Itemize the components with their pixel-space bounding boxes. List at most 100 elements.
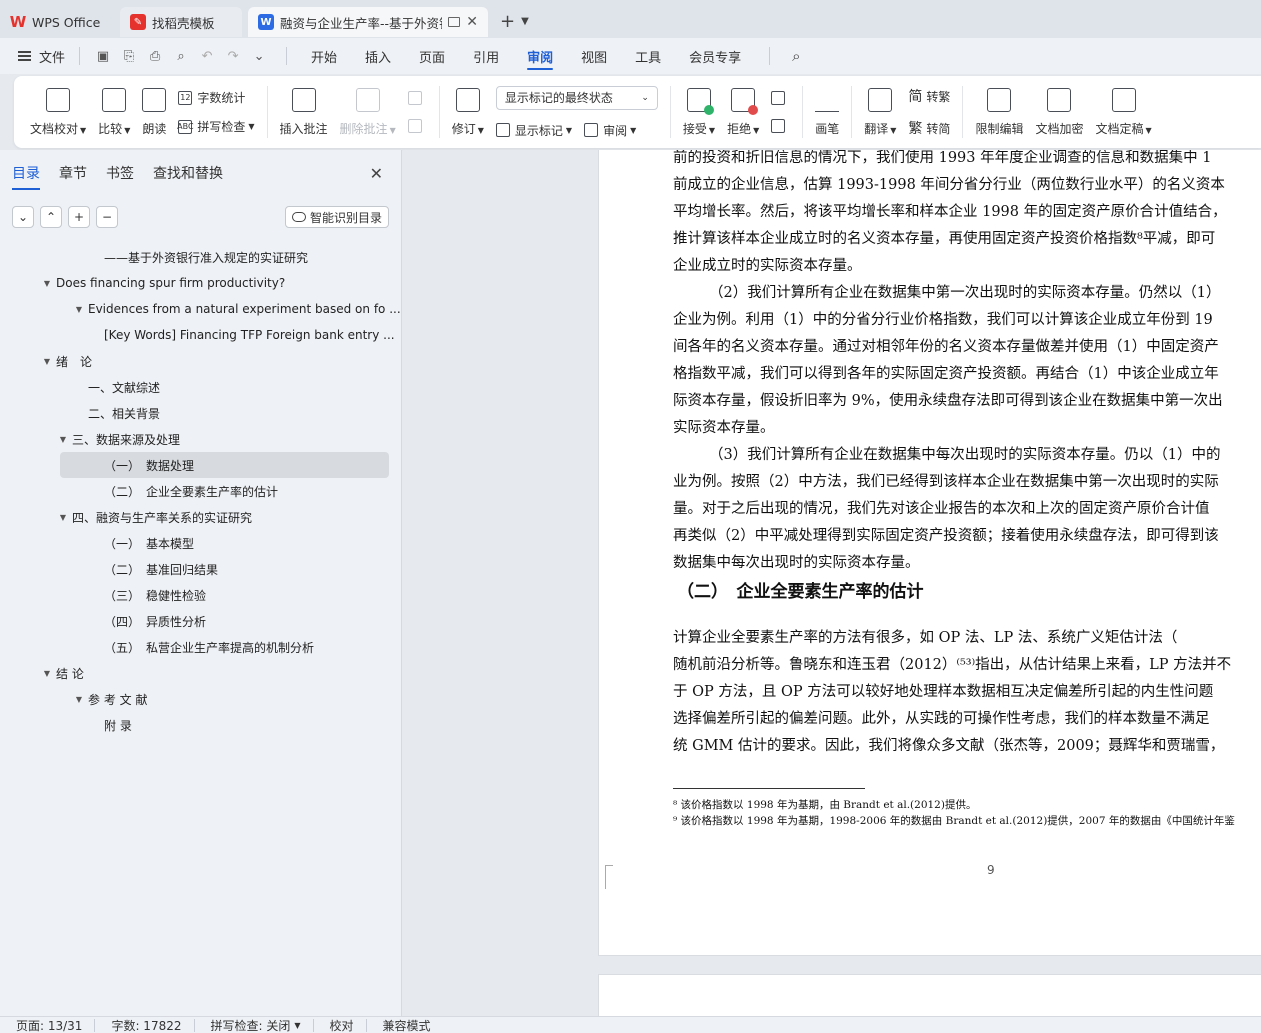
chevron-down-icon[interactable]: ▼: [521, 16, 529, 27]
toc-item[interactable]: ▼ 绪 论: [0, 348, 401, 374]
toc-item[interactable]: （一） 数据处理: [60, 452, 389, 478]
spell-check-status[interactable]: 拼写检查: 关闭 ▼: [195, 1018, 314, 1033]
toc-item[interactable]: ▼ Evidences from a natural experiment bas…: [0, 296, 401, 322]
toc-item[interactable]: ——基于外资银行准入规定的实证研究: [0, 244, 401, 270]
spell-check-button[interactable]: ABC 拼写检查 ▼: [177, 118, 255, 135]
toc-item[interactable]: ▼ Does financing spur firm productivity?: [0, 270, 401, 296]
monitor-icon[interactable]: [448, 17, 461, 27]
proofread-status[interactable]: 校对: [314, 1018, 367, 1033]
next-page[interactable]: [598, 974, 1261, 1016]
toc-item[interactable]: （二） 企业全要素生产率的估计: [0, 478, 401, 504]
expand-toggle-icon[interactable]: ▼: [40, 357, 54, 366]
text-line: （2）我们计算所有企业在数据集中第一次出现时的实际资本存量。仍然以（1）: [709, 285, 1221, 301]
toc-item[interactable]: （五） 私营企业生产率提高的机制分析: [0, 634, 401, 660]
print-icon[interactable]: ⎙: [142, 49, 168, 64]
restrict-edit-button[interactable]: 限制编辑: [975, 87, 1023, 137]
previous-comment-icon[interactable]: [407, 91, 422, 105]
template-logo-icon: ✎: [130, 14, 146, 30]
tab-find-replace[interactable]: 查找和替换: [153, 150, 223, 196]
export-icon[interactable]: ⎘: [116, 49, 142, 64]
tab-page[interactable]: 页面: [405, 38, 459, 74]
toc-item[interactable]: ▼ 参 考 文 献: [0, 686, 401, 712]
undo-icon[interactable]: ↶: [194, 49, 220, 64]
toc-item[interactable]: （三） 稳健性检验: [0, 582, 401, 608]
encrypt-button[interactable]: 文档加密: [1035, 87, 1084, 137]
read-aloud-button[interactable]: 朗读: [142, 87, 167, 137]
expand-down-icon[interactable]: ⌄: [12, 206, 34, 228]
finalize-button[interactable]: 文档定稿 ▼: [1095, 87, 1152, 137]
expand-toggle-icon[interactable]: ▼: [72, 305, 86, 314]
to-simplified-button[interactable]: 繁 转简: [908, 118, 950, 138]
expand-toggle-icon[interactable]: ▼: [40, 669, 54, 678]
page-indicator[interactable]: 页面: 13/31: [0, 1018, 96, 1033]
toc-item[interactable]: （一） 基本模型: [0, 530, 401, 556]
accept-button[interactable]: 接受 ▼: [682, 87, 715, 137]
tab-home[interactable]: 开始: [297, 38, 351, 74]
print-preview-icon[interactable]: ⌕: [168, 49, 194, 64]
tab-bookmarks[interactable]: 书签: [106, 150, 134, 196]
expand-toggle-icon[interactable]: ▼: [72, 695, 86, 704]
tab-insert[interactable]: 插入: [351, 38, 405, 74]
file-menu-button[interactable]: 文件: [0, 47, 65, 66]
toc-item[interactable]: ▼ 三、数据来源及处理: [0, 426, 401, 452]
tab-review[interactable]: 审阅: [513, 38, 567, 74]
doc-check-button[interactable]: 文档校对 ▼: [30, 87, 86, 137]
toc-item[interactable]: 一、文献综述: [0, 374, 401, 400]
smart-toc-button[interactable]: 智能识别目录: [284, 206, 389, 228]
toc-item[interactable]: （四） 异质性分析: [0, 608, 401, 634]
insert-comment-button[interactable]: 插入批注: [280, 87, 328, 137]
toc-item[interactable]: [Key Words] Financing TFP Foreign bank e…: [0, 322, 401, 348]
tab-toc[interactable]: 目录: [12, 150, 40, 196]
template-tab[interactable]: ✎ 找稻壳模板: [120, 7, 242, 37]
text-line: 推计算该样本企业成立时的名义资本存量，再使用固定资产投资价格指数⁸平减，即可: [673, 231, 1216, 247]
delete-comment-button[interactable]: 删除批注 ▼: [340, 87, 396, 137]
encrypt-label: 文档加密: [1035, 121, 1084, 136]
toc-item[interactable]: ▼ 四、融资与生产率关系的实证研究: [0, 504, 401, 530]
word-count-indicator[interactable]: 字数: 17822: [95, 1018, 195, 1033]
wps-home-tab[interactable]: W WPS Office: [0, 7, 118, 37]
new-tab-icon[interactable]: +: [500, 11, 515, 32]
next-change-icon[interactable]: [771, 119, 786, 133]
previous-change-icon[interactable]: [771, 91, 786, 105]
close-tab-icon[interactable]: ✕: [466, 14, 478, 30]
translate-button[interactable]: 翻译 ▼: [864, 87, 896, 137]
tab-references[interactable]: 引用: [459, 38, 513, 74]
ink-button[interactable]: 画笔: [815, 88, 839, 137]
revise-button[interactable]: 修订 ▼: [452, 87, 484, 137]
toc-item[interactable]: 附 录: [0, 712, 401, 738]
remove-heading-icon[interactable]: −: [96, 206, 118, 228]
save-icon[interactable]: ▣: [90, 49, 116, 64]
markup-state-select[interactable]: 显示标记的最终状态 ⌄: [495, 85, 658, 110]
writer-logo-icon: W: [258, 14, 274, 30]
review-pane-button[interactable]: 审阅 ▼: [584, 122, 636, 139]
accept-label: 接受: [682, 121, 707, 136]
add-heading-icon[interactable]: +: [68, 206, 90, 228]
read-aloud-label: 朗读: [142, 121, 167, 136]
more-chevron-icon[interactable]: ⌄: [246, 49, 272, 64]
reject-button[interactable]: 拒绝 ▼: [727, 87, 759, 137]
toc-item[interactable]: （二） 基准回归结果: [0, 556, 401, 582]
tab-tools[interactable]: 工具: [621, 38, 675, 74]
redo-icon[interactable]: ↷: [220, 49, 246, 64]
tab-membership[interactable]: 会员专享: [675, 38, 755, 74]
document-tab[interactable]: W 融资与企业生产率--基于外资银 ✕: [248, 7, 488, 37]
document-page[interactable]: 前的投资和折旧信息的情况下，我们使用 1993 年年度企业调查的信息和数据集中 …: [598, 150, 1261, 956]
page-corner-mark: [605, 865, 613, 889]
tab-chapters[interactable]: 章节: [59, 150, 87, 196]
collapse-up-icon[interactable]: ⌃: [40, 206, 62, 228]
toc-item[interactable]: 二、相关背景: [0, 400, 401, 426]
divider: [769, 47, 771, 65]
show-markup-button[interactable]: 显示标记 ▼: [495, 122, 584, 139]
toc-item[interactable]: ▼ 结 论: [0, 660, 401, 686]
expand-toggle-icon[interactable]: ▼: [56, 513, 70, 522]
word-count-button[interactable]: 12 字数统计: [178, 89, 254, 106]
tab-view[interactable]: 视图: [567, 38, 621, 74]
next-comment-icon[interactable]: [407, 119, 422, 133]
close-pane-icon[interactable]: ✕: [370, 164, 383, 183]
compat-mode-status: 兼容模式: [382, 1018, 431, 1033]
expand-toggle-icon[interactable]: ▼: [40, 279, 54, 288]
to-traditional-button[interactable]: 简 转繁: [908, 86, 950, 106]
expand-toggle-icon[interactable]: ▼: [56, 435, 70, 444]
search-icon[interactable]: ⌕: [792, 47, 800, 65]
compare-button[interactable]: 比较 ▼: [98, 87, 130, 137]
